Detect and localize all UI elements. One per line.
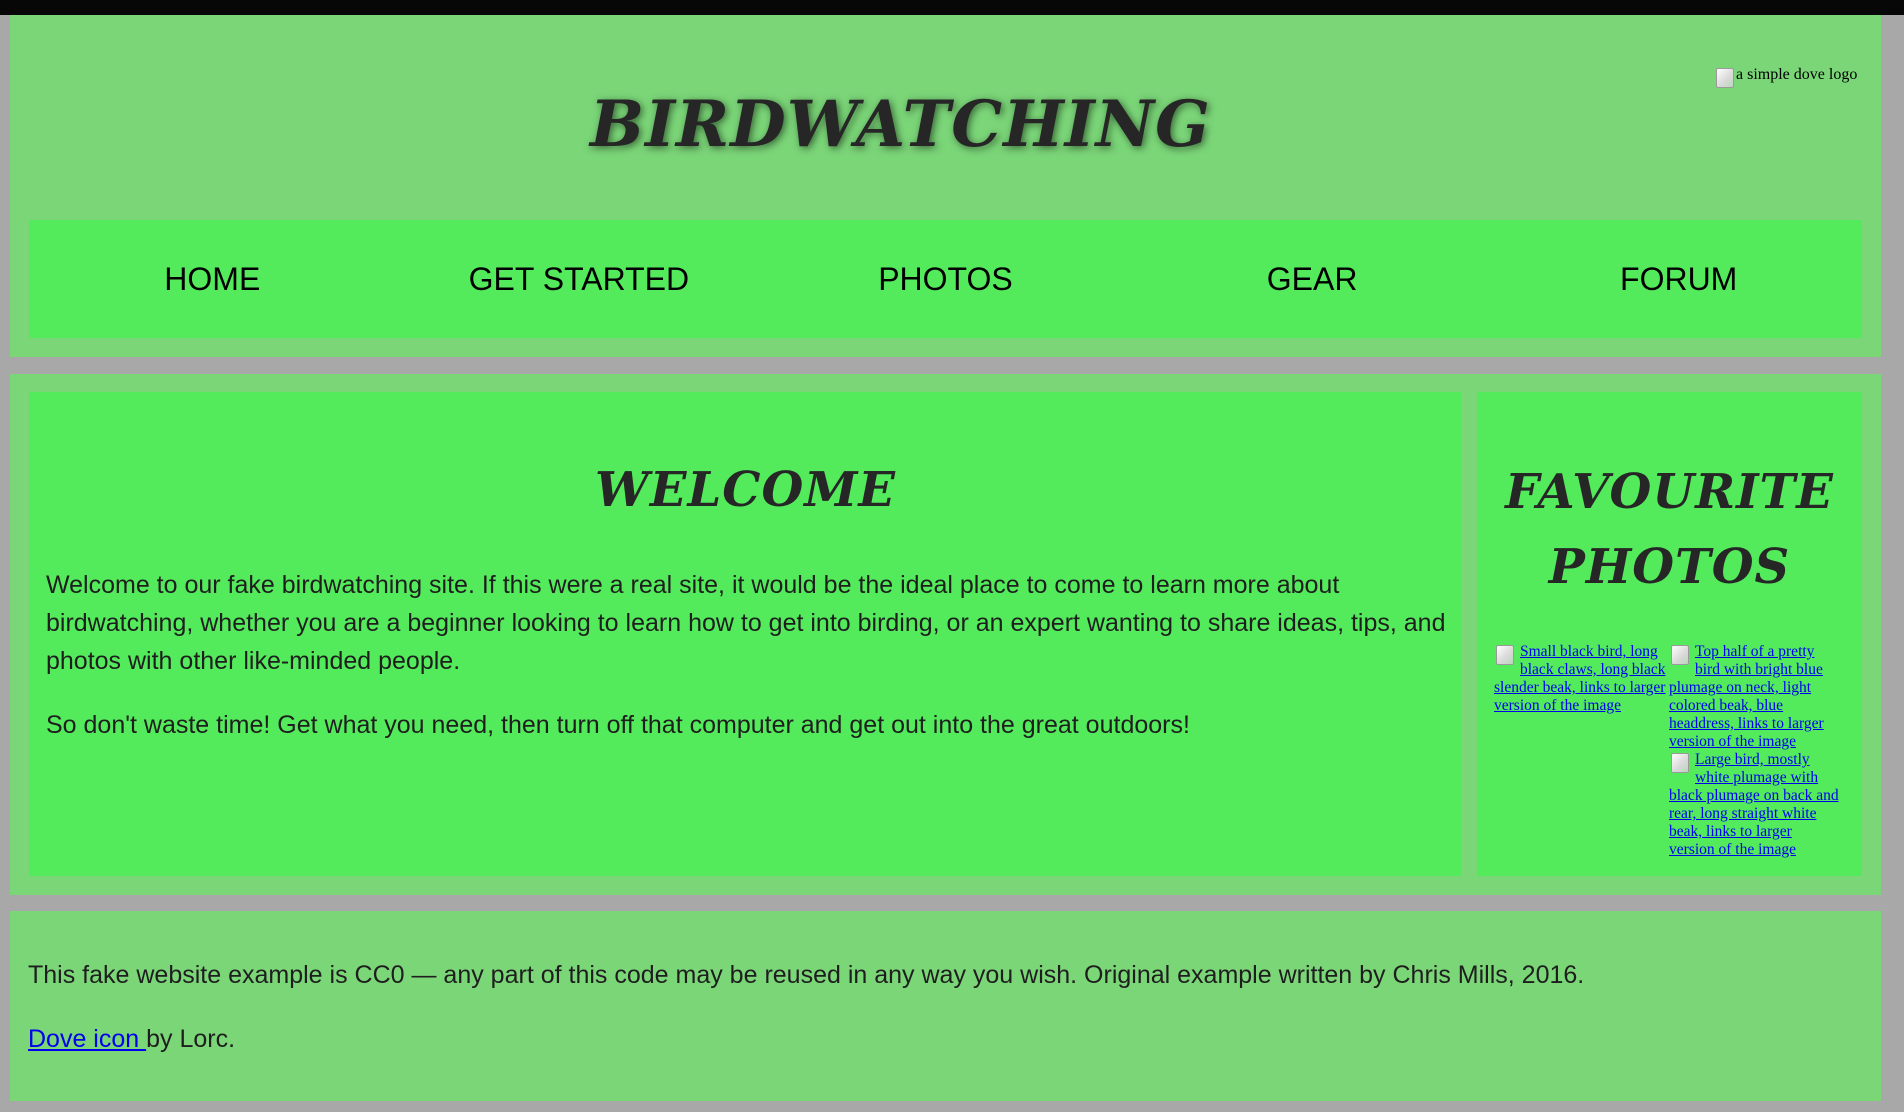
broken-image-icon bbox=[1669, 751, 1695, 773]
favourite-photos-heading: FAVOURITE PHOTOS bbox=[1477, 455, 1862, 605]
favourite-photos-heading-line1: FAVOURITE bbox=[1505, 464, 1834, 520]
logo-alt-text: a simple dove logo bbox=[1736, 66, 1858, 83]
photo-link-white-bird[interactable]: Large bird, mostly white plumage with bl… bbox=[1669, 751, 1841, 859]
dove-icon-link[interactable]: Dove icon bbox=[28, 1025, 146, 1053]
broken-image-icon bbox=[1494, 643, 1520, 665]
welcome-paragraph-outdoors: So don't waste time! Get what you need, … bbox=[46, 711, 1190, 739]
site-title: BIRDWATCHING bbox=[590, 87, 1211, 162]
site-footer bbox=[10, 911, 1881, 1101]
broken-image-icon bbox=[1714, 66, 1736, 90]
welcome-paragraph-intro: Welcome to our fake birdwatching site. I… bbox=[46, 571, 1446, 675]
footer-license-text: This fake website example is CC0 — any p… bbox=[28, 961, 1585, 989]
nav-link-photos[interactable]: PHOTOS bbox=[762, 261, 1129, 298]
footer-credit: Dove icon by Lorc. bbox=[28, 1020, 235, 1058]
footer-credit-suffix: by Lorc. bbox=[146, 1025, 236, 1053]
broken-image-icon bbox=[1669, 643, 1695, 665]
welcome-heading: WELCOME bbox=[595, 462, 896, 518]
dove-logo-image: a simple dove logo bbox=[1714, 66, 1857, 90]
nav-link-get-started[interactable]: GET STARTED bbox=[396, 261, 763, 298]
favourite-photos-heading-line2: PHOTOS bbox=[1548, 539, 1791, 595]
nav-link-gear[interactable]: GEAR bbox=[1129, 261, 1496, 298]
photo-link-blue-bird[interactable]: Top half of a pretty bird with bright bl… bbox=[1669, 643, 1841, 751]
nav-link-home[interactable]: HOME bbox=[29, 261, 396, 298]
photo-link-black-bird[interactable]: Small black bird, long black claws, long… bbox=[1494, 643, 1666, 715]
main-navigation: HOME GET STARTED PHOTOS GEAR FORUM bbox=[29, 220, 1862, 338]
nav-link-forum[interactable]: FORUM bbox=[1495, 261, 1862, 298]
window-top-bar bbox=[0, 0, 1904, 15]
